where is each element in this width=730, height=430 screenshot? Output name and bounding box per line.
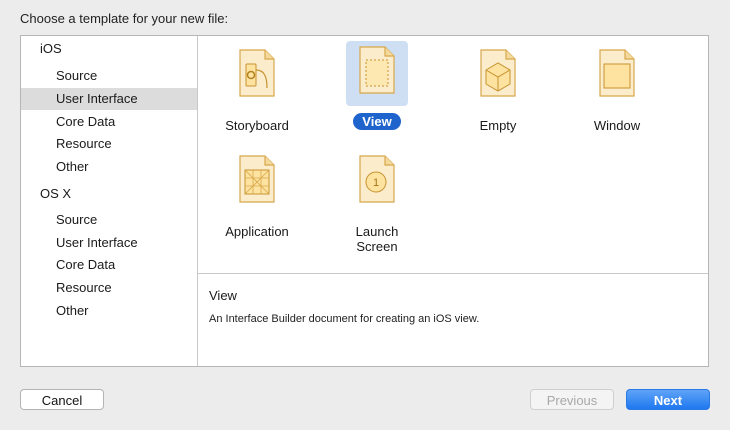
sidebar-item-osx-resource[interactable]: Resource <box>21 277 197 299</box>
svg-text:1: 1 <box>373 177 379 189</box>
template-application[interactable]: Application <box>207 150 307 241</box>
launch-screen-icon: 1 <box>359 155 395 203</box>
sidebar-item-ios-resource[interactable]: Resource <box>21 133 197 155</box>
sidebar-item-osx-user-interface[interactable]: User Interface <box>21 232 197 254</box>
sidebar-item-ios-source[interactable]: Source <box>21 65 197 87</box>
sidebar-section-ios: iOS <box>40 41 62 56</box>
template-label: Window <box>593 118 641 133</box>
view-icon <box>359 46 395 94</box>
template-chooser-panel: iOS Source User Interface Core Data Reso… <box>20 35 709 367</box>
sidebar-item-osx-other[interactable]: Other <box>21 300 197 322</box>
previous-button[interactable]: Previous <box>530 389 614 410</box>
template-label: Storyboard <box>225 118 289 133</box>
dialog-prompt: Choose a template for your new file: <box>20 11 229 26</box>
template-storyboard[interactable]: Storyboard <box>207 44 307 135</box>
sidebar-section-osx: OS X <box>40 186 72 201</box>
template-description-title: View <box>209 288 237 303</box>
template-grid: Storyboard View Empty Window Application… <box>198 36 708 274</box>
template-label: Launch Screen <box>355 224 399 254</box>
template-label: Application <box>225 224 289 239</box>
template-label: Empty <box>479 118 517 133</box>
template-label: View <box>353 113 401 130</box>
template-launch-screen[interactable]: 1 Launch Screen <box>327 150 427 256</box>
sidebar-item-ios-core-data[interactable]: Core Data <box>21 111 197 133</box>
empty-icon <box>480 49 516 97</box>
sidebar-item-ios-other[interactable]: Other <box>21 156 197 178</box>
template-description-text: An Interface Builder document for creati… <box>209 313 480 325</box>
sidebar-item-osx-source[interactable]: Source <box>21 209 197 231</box>
platform-sidebar: iOS Source User Interface Core Data Reso… <box>21 36 198 366</box>
storyboard-icon <box>239 49 275 97</box>
template-window[interactable]: Window <box>567 44 667 135</box>
window-icon <box>599 49 635 97</box>
template-empty[interactable]: Empty <box>448 44 548 135</box>
sidebar-item-ios-user-interface[interactable]: User Interface <box>21 88 197 110</box>
template-view[interactable]: View <box>327 41 427 131</box>
cancel-button[interactable]: Cancel <box>20 389 104 410</box>
application-icon <box>239 155 275 203</box>
sidebar-item-osx-core-data[interactable]: Core Data <box>21 254 197 276</box>
next-button[interactable]: Next <box>626 389 710 410</box>
